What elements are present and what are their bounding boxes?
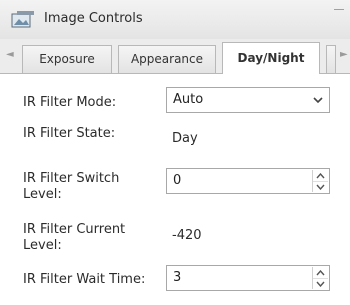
ir-filter-switch-level-value: 0: [173, 173, 182, 188]
ir-filter-switch-level-label: IR Filter Switch Level:: [23, 171, 120, 202]
ir-filter-state-label: IR Filter State:: [23, 126, 116, 141]
scroll-right-icon[interactable]: ►: [340, 46, 348, 64]
ir-filter-mode-label: IR Filter Mode:: [23, 95, 117, 110]
scroll-left-icon[interactable]: ◄: [6, 46, 14, 64]
ir-filter-state-value: Day: [172, 131, 198, 146]
ir-filter-switch-level-spinner: [312, 170, 328, 192]
title-bar: Image Controls: [0, 0, 350, 40]
chevron-down-icon[interactable]: [313, 181, 328, 192]
chevron-down-icon[interactable]: [313, 278, 328, 289]
ir-filter-current-level-label: IR Filter Current Level:: [23, 222, 126, 253]
image-controls-icon: [11, 11, 34, 28]
window-title: Image Controls: [44, 11, 143, 26]
image-controls-panel: Image Controls ◄ Exposure Appearance Day…: [0, 0, 350, 305]
ir-filter-wait-time-stepper[interactable]: 3: [166, 265, 330, 291]
tab-day-night[interactable]: Day/Night: [222, 42, 320, 74]
tab-day-night-label: Day/Night: [237, 51, 305, 65]
tab-partial[interactable]: [326, 45, 336, 73]
tab-exposure-label: Exposure: [39, 52, 95, 66]
ir-filter-wait-time-spinner: [312, 267, 328, 289]
tab-appearance-label: Appearance: [130, 52, 204, 66]
ir-filter-mode-value: Auto: [173, 92, 204, 107]
ir-filter-wait-time-label: IR Filter Wait Time:: [23, 272, 146, 287]
tab-exposure[interactable]: Exposure: [22, 45, 112, 73]
chevron-down-icon[interactable]: [308, 89, 328, 111]
ir-filter-switch-level-stepper[interactable]: 0: [166, 168, 330, 194]
ir-filter-mode-select[interactable]: Auto: [166, 87, 330, 113]
tab-appearance[interactable]: Appearance: [118, 45, 216, 73]
ir-filter-current-level-value: -420: [172, 228, 202, 243]
minimize-button[interactable]: [334, 9, 344, 10]
ir-filter-wait-time-value: 3: [173, 270, 182, 285]
